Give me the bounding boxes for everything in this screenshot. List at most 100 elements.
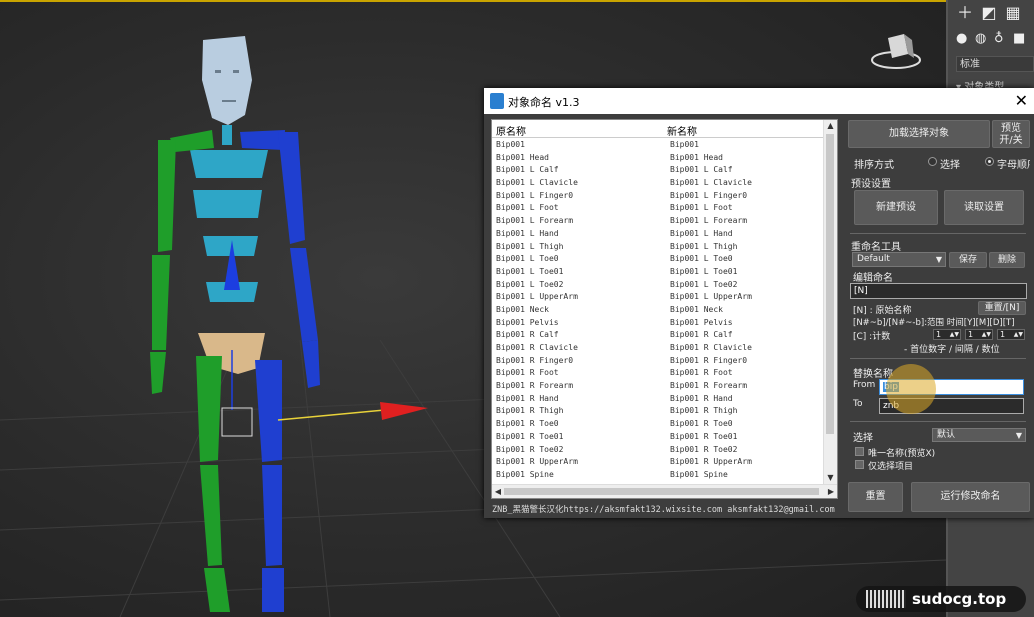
selected-only-label: 仅选择项目 bbox=[868, 462, 914, 472]
new-name-cell: Bip001 L Thigh bbox=[670, 241, 738, 251]
list-item[interactable]: Bip001 L Thigh Bip001 L Thigh bbox=[492, 241, 824, 254]
create-tab-icon[interactable]: ＋ bbox=[956, 4, 974, 22]
close-icon[interactable]: ✕ bbox=[1015, 91, 1028, 110]
scroll-down-icon[interactable]: ▼ bbox=[824, 472, 837, 484]
original-name-cell: Bip001 L UpperArm bbox=[496, 292, 578, 302]
camera-icon[interactable]: ■ bbox=[1013, 32, 1027, 46]
sort-alpha-radio[interactable] bbox=[985, 157, 994, 166]
credits-footer: ZNB_黑猫警长汉化https://aksmfakt132.wixsite.co… bbox=[492, 505, 835, 515]
list-item[interactable]: Bip001 R Toe02 Bip001 R Toe02 bbox=[492, 444, 824, 457]
list-item[interactable]: Bip001 R Thigh Bip001 R Thigh bbox=[492, 405, 824, 418]
lights-icon[interactable]: ♁ bbox=[994, 32, 1008, 46]
selected-only-checkbox[interactable] bbox=[855, 460, 864, 469]
scroll-right-icon[interactable]: ▶ bbox=[825, 485, 837, 498]
unique-name-checkbox[interactable] bbox=[855, 447, 864, 456]
preset-dropdown[interactable]: Default ▼ bbox=[852, 252, 946, 267]
new-name-cell: Bip001 L Toe0 bbox=[670, 254, 733, 264]
counter-start-spinner[interactable]: 1 ▲▼ bbox=[933, 329, 961, 340]
counter-digits-value: 1 bbox=[1000, 330, 1006, 339]
list-item[interactable]: Bip001 Pelvis Bip001 Pelvis bbox=[492, 317, 824, 330]
list-item[interactable]: Bip001 L Toe01 Bip001 L Toe01 bbox=[492, 266, 824, 279]
list-item[interactable]: Bip001 R Finger0 Bip001 R Finger0 bbox=[492, 355, 824, 368]
list-item[interactable]: Bip001 R Hand Bip001 R Hand bbox=[492, 393, 824, 406]
list-item[interactable]: Bip001 L Toe02 Bip001 L Toe02 bbox=[492, 279, 824, 292]
new-preset-button[interactable]: 新建预设 bbox=[854, 190, 938, 225]
help-range-time: [N#~b]/[N#~-b]:范围 时间[Y][M][D][T] bbox=[853, 318, 1015, 328]
original-name-cell: Bip001 R Foot bbox=[496, 368, 559, 378]
save-preset-button[interactable]: 保存 bbox=[949, 252, 987, 268]
dialog-title: 对象命名 v1.3 bbox=[508, 96, 580, 109]
delete-preset-button[interactable]: 删除 bbox=[989, 252, 1025, 268]
original-name-cell: Bip001 L Toe01 bbox=[496, 266, 564, 276]
list-item[interactable]: Bip001 L UpperArm Bip001 L UpperArm bbox=[492, 291, 824, 304]
column-new-name[interactable]: 新名称 bbox=[667, 123, 697, 138]
list-item[interactable]: Bip001 R Toe0 Bip001 R Toe0 bbox=[492, 418, 824, 431]
preview-toggle-button[interactable]: 预览 开/关 bbox=[992, 120, 1030, 148]
list-vertical-scrollbar[interactable]: ▲ ▼ bbox=[823, 120, 837, 484]
list-item[interactable]: Bip001 R Calf Bip001 R Calf bbox=[492, 329, 824, 342]
viewcube-icon[interactable] bbox=[868, 20, 924, 76]
scroll-up-icon[interactable]: ▲ bbox=[824, 120, 837, 132]
list-item[interactable]: Bip001 R Forearm Bip001 R Forearm bbox=[492, 380, 824, 393]
new-name-cell: Bip001 L Clavicle bbox=[670, 178, 752, 188]
command-panel-tabs: ＋ ◩ ▦ bbox=[948, 4, 1034, 30]
scroll-thumb[interactable] bbox=[826, 134, 834, 434]
new-name-cell: Bip001 R Forearm bbox=[670, 381, 748, 391]
scroll-left-icon[interactable]: ◀ bbox=[492, 485, 504, 498]
hierarchy-tab-icon[interactable]: ▦ bbox=[1004, 4, 1022, 22]
name-list[interactable]: 原名称 新名称 Bip001 Bip001 Bip001 Head Bip001 He… bbox=[491, 119, 838, 499]
list-item[interactable]: Bip001 L Finger0 Bip001 L Finger0 bbox=[492, 190, 824, 203]
spinner-arrows-icon: ▲▼ bbox=[981, 331, 991, 338]
geometry-icon[interactable]: ● bbox=[956, 32, 970, 46]
load-preset-button[interactable]: 读取设置 bbox=[944, 190, 1024, 225]
list-item[interactable]: Bip001 L Calf Bip001 L Calf bbox=[492, 164, 824, 177]
list-item[interactable]: Bip001 L Forearm Bip001 L Forearm bbox=[492, 215, 824, 228]
list-item[interactable]: Bip001 R UpperArm Bip001 R UpperArm bbox=[492, 456, 824, 469]
new-name-cell: Bip001 L UpperArm bbox=[670, 292, 752, 302]
reset-button[interactable]: 重置 bbox=[848, 482, 903, 512]
new-name-cell: Bip001 R UpperArm bbox=[670, 457, 752, 467]
list-item[interactable]: Bip001 Head Bip001 Head bbox=[492, 152, 824, 165]
original-name-cell: Bip001 L Thigh bbox=[496, 241, 564, 251]
list-item[interactable]: Bip001 L Foot Bip001 L Foot bbox=[492, 202, 824, 215]
list-item[interactable]: Bip001 L Clavicle Bip001 L Clavicle bbox=[492, 177, 824, 190]
original-name-cell: Bip001 R Thigh bbox=[496, 406, 564, 416]
list-horizontal-scrollbar[interactable]: ◀ ▶ bbox=[492, 484, 837, 498]
counter-legend: - 首位数字 / 间隔 / 数位 bbox=[904, 345, 1000, 355]
modify-tab-icon[interactable]: ◩ bbox=[980, 4, 998, 22]
counter-start-value: 1 bbox=[936, 330, 942, 339]
original-name-cell: Bip001 R Toe01 bbox=[496, 431, 564, 441]
to-label: To bbox=[853, 399, 863, 409]
shapes-icon[interactable]: ◍ bbox=[975, 32, 989, 46]
list-item[interactable]: Bip001 R Clavicle Bip001 R Clavicle bbox=[492, 342, 824, 355]
counter-step-spinner[interactable]: 1 ▲▼ bbox=[965, 329, 993, 340]
list-item[interactable]: Bip001 R Foot Bip001 R Foot bbox=[492, 367, 824, 380]
load-selection-button[interactable]: 加载选择对象 bbox=[848, 120, 990, 148]
new-name-cell: Bip001 L Finger0 bbox=[670, 190, 748, 200]
run-rename-button[interactable]: 运行修改命名 bbox=[911, 482, 1030, 512]
hscroll-thumb[interactable] bbox=[504, 488, 819, 495]
object-category-dropdown[interactable]: 标准 bbox=[956, 56, 1034, 72]
new-name-cell: Bip001 L Forearm bbox=[670, 216, 748, 226]
column-original-name[interactable]: 原名称 bbox=[496, 123, 526, 138]
presets-label: 预设设置 bbox=[851, 179, 891, 190]
app-icon bbox=[490, 93, 504, 109]
new-name-cell: Bip001 Head bbox=[670, 152, 723, 162]
original-name-cell: Bip001 R Hand bbox=[496, 393, 559, 403]
list-item[interactable]: Bip001 L Hand Bip001 L Hand bbox=[492, 228, 824, 241]
counter-digits-spinner[interactable]: 1 ▲▼ bbox=[997, 329, 1025, 340]
select-mode-dropdown[interactable]: 默认 ▼ bbox=[932, 428, 1026, 442]
dialog-titlebar[interactable]: 对象命名 v1.3 ✕ bbox=[484, 88, 1034, 114]
watermark-text: sudocg.top bbox=[912, 590, 1007, 608]
new-name-cell: Bip001 bbox=[670, 140, 699, 149]
sort-selection-radio[interactable] bbox=[928, 157, 937, 166]
list-item[interactable]: Bip001 Neck Bip001 Neck bbox=[492, 304, 824, 317]
preview-toggle-line1: 预览 bbox=[1001, 123, 1021, 134]
from-label: From bbox=[853, 380, 876, 390]
list-item[interactable]: Bip001 R Toe01 Bip001 R Toe01 bbox=[492, 431, 824, 444]
list-item[interactable]: Bip001 Spine Bip001 Spine bbox=[492, 469, 824, 482]
edit-name-input[interactable]: [N] bbox=[850, 283, 1027, 299]
list-item[interactable]: Bip001 Bip001 bbox=[492, 139, 824, 152]
reset-n-button[interactable]: 重置/[N] bbox=[978, 301, 1026, 315]
list-item[interactable]: Bip001 L Toe0 Bip001 L Toe0 bbox=[492, 253, 824, 266]
